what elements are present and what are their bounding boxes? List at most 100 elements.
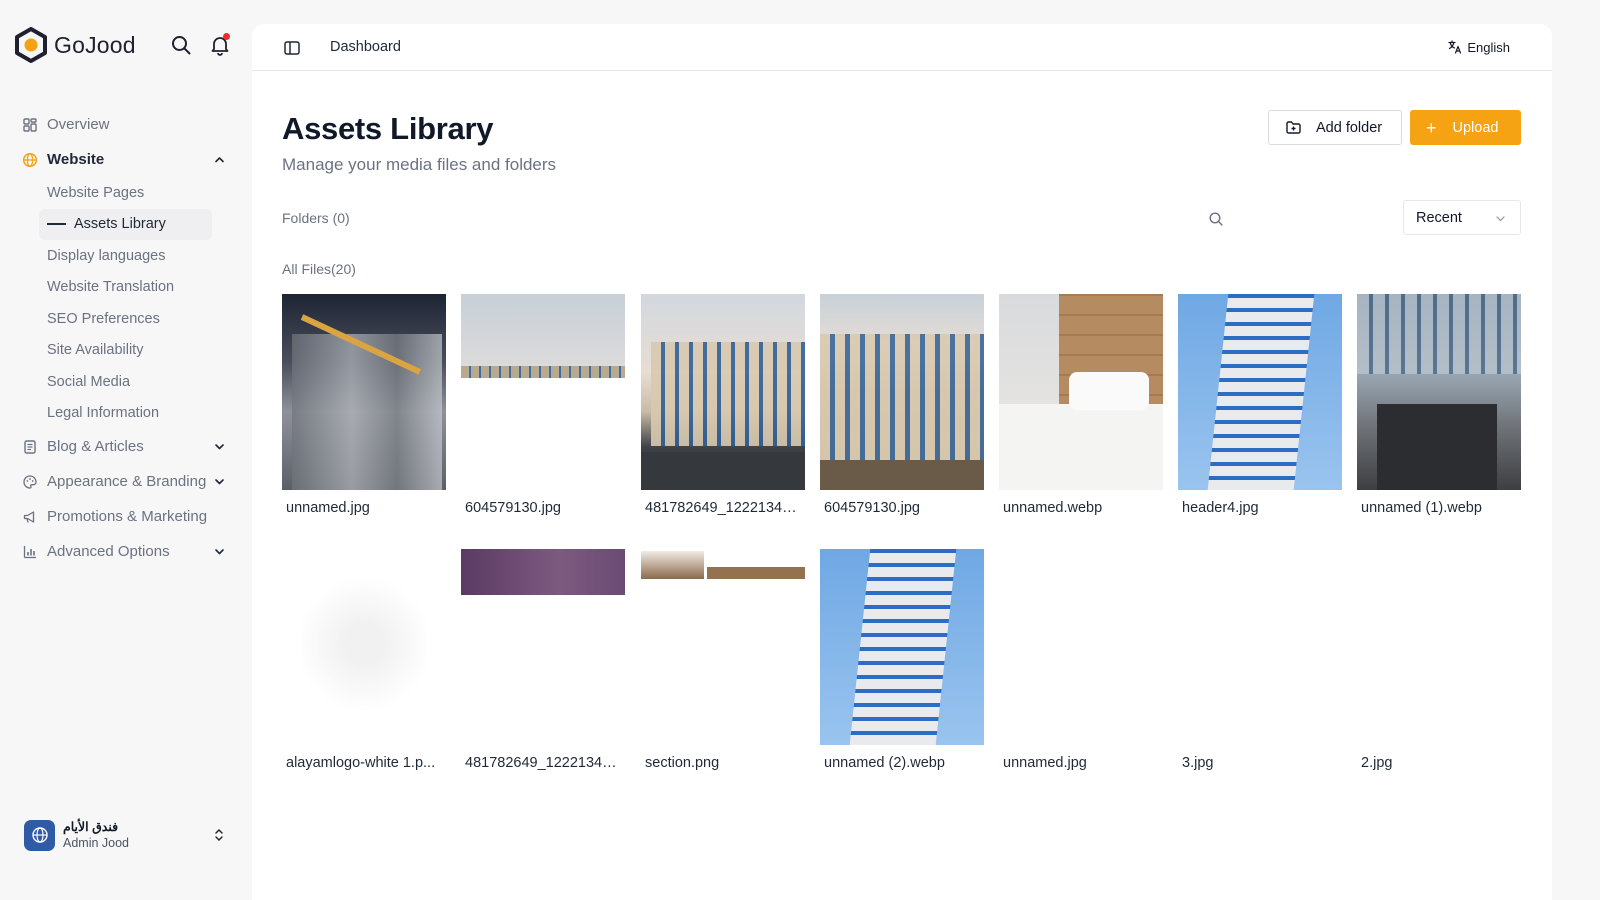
plus-icon: + (1426, 117, 1437, 138)
bar-chart-icon (22, 544, 38, 560)
sidebar-item-website[interactable]: Website (22, 142, 232, 177)
sidebar-item-label: Promotions & Marketing (47, 508, 208, 525)
sidebar-item-seo-preferences[interactable]: SEO Preferences (47, 303, 232, 335)
chevron-down-icon[interactable] (213, 440, 226, 453)
folder-plus-icon (1286, 121, 1301, 134)
topbar: Dashboard English (252, 24, 1552, 71)
chevrons-up-down-icon (215, 828, 223, 842)
sidebar-item-label: Appearance & Branding (47, 473, 207, 490)
file-thumbnail (1178, 549, 1342, 745)
sidebar-item-display-languages[interactable]: Display languages (47, 240, 232, 272)
main-panel: Dashboard English Assets Library Manage … (252, 24, 1552, 900)
language-switcher[interactable]: English (1447, 39, 1510, 55)
sidebar-item-promotions-marketing[interactable]: Promotions & Marketing (22, 499, 232, 534)
file-thumbnail (820, 294, 984, 490)
sidebar-item-social-media[interactable]: Social Media (47, 366, 232, 398)
file-card[interactable]: 481782649_12221344... (641, 294, 805, 524)
sidebar-item-label: Website Translation (47, 279, 175, 296)
add-folder-button[interactable]: Add folder (1268, 110, 1402, 145)
user-name: فندق الأيام (63, 820, 119, 834)
chevron-down-icon (1496, 216, 1505, 222)
files-count: All Files(20) (282, 261, 356, 277)
chevron-down-icon[interactable] (213, 545, 226, 558)
notifications-button[interactable] (209, 33, 231, 56)
page-title: Assets Library (282, 111, 494, 146)
chevron-down-icon[interactable] (213, 475, 226, 488)
file-card[interactable]: section.png (641, 549, 805, 779)
sidebar-item-site-availability[interactable]: Site Availability (47, 335, 232, 367)
avatar (24, 819, 55, 851)
search-button[interactable] (170, 34, 192, 56)
sidebar-item-label: Site Availability (47, 342, 144, 359)
sidebar-toggle-icon[interactable] (283, 39, 301, 57)
user-info: فندق الأيام Admin Jood (63, 819, 129, 851)
file-card[interactable]: 3.jpg (1178, 549, 1342, 779)
language-label: English (1467, 39, 1510, 55)
file-card[interactable]: 2.jpg (1357, 549, 1521, 779)
file-name: 3.jpg (1182, 755, 1214, 771)
file-name: 604579130.jpg (824, 500, 920, 516)
file-name: 481782649_12221344... (645, 500, 801, 516)
grid-icon (22, 117, 38, 133)
sidebar-item-appearance-branding[interactable]: Appearance & Branding (22, 464, 232, 499)
website-submenu: Website Pages Assets Library Display lan… (22, 177, 232, 429)
search-icon (172, 36, 191, 55)
upload-label: Upload (1452, 119, 1499, 136)
file-name: 604579130.jpg (465, 500, 561, 516)
account-switcher[interactable]: فندق الأيام Admin Jood (24, 818, 234, 852)
sidebar-item-assets-library[interactable]: Assets Library (39, 208, 212, 240)
sidebar-item-label: Legal Information (47, 405, 160, 422)
file-thumbnail (820, 549, 984, 745)
file-thumbnail (1178, 294, 1342, 490)
sidebar-item-website-translation[interactable]: Website Translation (47, 272, 232, 304)
folders-count: Folders (0) (282, 210, 350, 226)
gojood-logo-icon (15, 27, 47, 63)
search-box[interactable] (1196, 201, 1396, 236)
file-name: unnamed.jpg (286, 500, 370, 516)
file-card[interactable]: unnamed (2).webp (820, 549, 984, 779)
upload-button[interactable]: + Upload (1410, 110, 1521, 145)
file-thumbnail (999, 549, 1163, 745)
sort-select[interactable]: Recent (1403, 200, 1521, 235)
sidebar-item-blog-articles[interactable]: Blog & Articles (22, 429, 232, 464)
file-card[interactable]: unnamed.jpg (999, 549, 1163, 779)
sidebar-item-label: Advanced Options (47, 543, 170, 560)
breadcrumb[interactable]: Dashboard (330, 39, 401, 55)
file-card[interactable]: unnamed (1).webp (1357, 294, 1521, 524)
sidebar-item-label: Assets Library (74, 216, 166, 233)
file-name: 481782649_12221344... (465, 755, 621, 771)
sort-value: Recent (1416, 209, 1462, 226)
sidebar-item-label: Website Pages (47, 184, 145, 201)
sidebar: GoJood Overview Website Website Pages As… (0, 0, 250, 900)
file-name: unnamed (1).webp (1361, 500, 1482, 516)
active-indicator (47, 223, 66, 226)
sidebar-item-overview[interactable]: Overview (22, 107, 232, 142)
sidebar-item-label: Overview (47, 116, 110, 133)
sidebar-item-label: SEO Preferences (47, 310, 160, 327)
search-icon (1209, 211, 1223, 226)
document-icon (22, 439, 38, 455)
megaphone-icon (22, 509, 38, 525)
chevron-up-icon[interactable] (213, 153, 226, 166)
file-name: header4.jpg (1182, 500, 1259, 516)
file-card[interactable]: 604579130.jpg (461, 294, 625, 524)
file-card[interactable]: header4.jpg (1178, 294, 1342, 524)
translate-icon (1448, 40, 1462, 54)
file-thumbnail (641, 549, 805, 745)
file-thumbnail (999, 294, 1163, 490)
file-name: unnamed (2).webp (824, 755, 945, 771)
file-card[interactable]: unnamed.jpg (282, 294, 446, 524)
search-input[interactable] (1236, 204, 1386, 233)
sidebar-item-website-pages[interactable]: Website Pages (47, 177, 232, 209)
file-thumbnail (461, 294, 625, 490)
sidebar-item-advanced-options[interactable]: Advanced Options (22, 534, 232, 569)
globe-icon (31, 827, 48, 843)
file-card[interactable]: 481782649_12221344... (461, 549, 625, 779)
sidebar-item-label: Website (47, 151, 105, 168)
file-card[interactable]: 604579130.jpg (820, 294, 984, 524)
brand[interactable]: GoJood (14, 27, 136, 63)
file-card[interactable]: unnamed.webp (999, 294, 1163, 524)
file-card[interactable]: alayamlogo-white 1.p... (282, 549, 446, 779)
sidebar-item-legal-information[interactable]: Legal Information (47, 398, 232, 430)
file-name: unnamed.jpg (1003, 755, 1087, 771)
